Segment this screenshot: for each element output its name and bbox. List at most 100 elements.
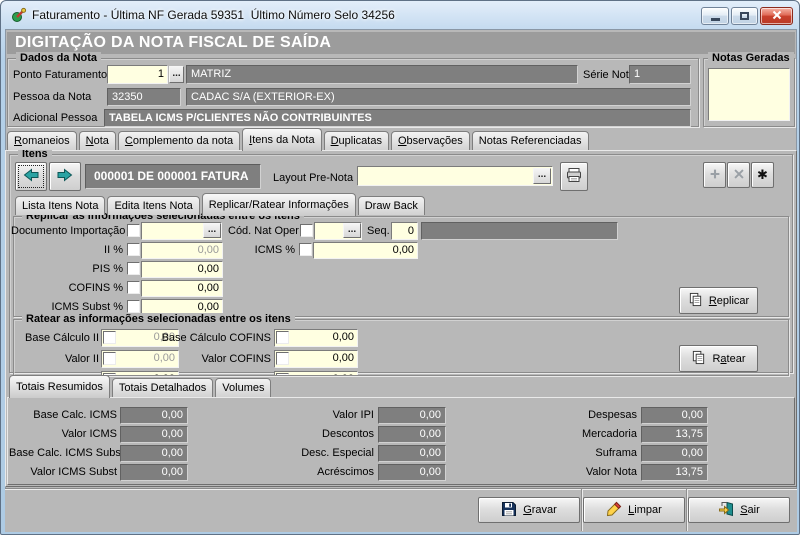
tab-lista-itens-nota[interactable]: Lista Itens Nota [15, 196, 105, 215]
tab-nota[interactable]: Nota [79, 131, 116, 150]
notas-geradas-list[interactable] [708, 68, 790, 121]
gear-icon: ✱ [757, 169, 768, 182]
ponto-faturamento-descricao: MATRIZ [186, 65, 578, 84]
cofins-pct-input[interactable]: 0,00 [141, 280, 223, 297]
plus-icon [708, 167, 722, 184]
tab-romaneios[interactable]: Romaneios [7, 131, 77, 150]
seq-label: Seq. [367, 225, 390, 238]
adicional-pessoa-label: Adicional Pessoa [13, 112, 97, 125]
ponto-faturamento-browse-button[interactable]: ... [169, 66, 184, 83]
ratear-group: Ratear as informações selecionadas entre… [13, 319, 789, 376]
tab-observacoes[interactable]: Observações [391, 131, 470, 150]
layout-pre-nota-label: Layout Pre-Nota [273, 172, 353, 185]
base-calculo-cofins-checkbox[interactable] [276, 331, 289, 344]
footer-separator [581, 489, 582, 531]
close-icon [732, 167, 746, 184]
valor-ii-label: Valor II [17, 353, 99, 366]
previous-item-button[interactable] [15, 162, 47, 191]
base-calculo-cofins-label: Base Cálculo COFINS [161, 332, 271, 345]
tab-totais-resumidos[interactable]: Totais Resumidos [9, 375, 110, 398]
ponto-faturamento-input[interactable]: 1 [107, 65, 168, 84]
tab-volumes[interactable]: Volumes [215, 378, 271, 397]
pis-pct-input[interactable]: 0,00 [141, 261, 223, 278]
ii-pct-checkbox[interactable] [127, 243, 140, 256]
valor-icms-subst-value: 0,00 [120, 464, 188, 481]
printer-icon [566, 167, 582, 186]
process-item-button[interactable]: ✱ [751, 162, 774, 188]
valor-icms-label: Valor ICMS [9, 428, 117, 441]
layout-pre-nota-input[interactable] [357, 166, 553, 186]
cod-nat-oper-checkbox[interactable] [300, 224, 313, 237]
desc-especial-label: Desc. Especial [269, 447, 374, 460]
pis-pct-label: PIS % [11, 263, 123, 276]
seq-input[interactable]: 0 [391, 222, 418, 240]
print-button[interactable] [560, 162, 588, 191]
app-window: Faturamento - Última NF Gerada 59351 Últ… [0, 0, 800, 535]
valor-icms-subst-label: Valor ICMS Subst [9, 466, 117, 479]
delete-item-button[interactable] [727, 162, 750, 188]
tab-itens-da-nota[interactable]: Itens da Nota [242, 128, 321, 151]
tab-edita-itens-nota[interactable]: Edita Itens Nota [107, 196, 199, 215]
desc-especial-value: 0,00 [378, 445, 446, 462]
tab-notas-referenciadas[interactable]: Notas Referenciadas [472, 131, 589, 150]
pessoa-da-nota-codigo: 32350 [107, 88, 181, 106]
suframa-value: 0,00 [641, 445, 708, 462]
serie-nota-label: Série Nota [583, 69, 635, 82]
valor-cofins-checkbox[interactable] [276, 352, 289, 365]
pessoa-da-nota-label: Pessoa da Nota [13, 91, 91, 104]
pis-pct-checkbox[interactable] [127, 262, 140, 275]
arrow-right-icon [57, 167, 73, 186]
window-title: Faturamento - Última NF Gerada 59351 Últ… [32, 8, 395, 22]
gravar-button[interactable]: Gravar [478, 497, 580, 523]
limpar-button[interactable]: Limpar [583, 497, 685, 523]
close-button[interactable] [760, 7, 793, 25]
valor-icms-value: 0,00 [120, 426, 188, 443]
valor-cofins-label: Valor COFINS [161, 353, 271, 366]
base-calculo-pis-checkbox[interactable] [276, 373, 289, 375]
icms-pct-checkbox[interactable] [299, 243, 312, 256]
cod-nat-oper-browse-button[interactable]: ... [343, 223, 361, 238]
valor-ii-checkbox[interactable] [103, 352, 116, 365]
tab-duplicatas[interactable]: Duplicatas [324, 131, 389, 150]
icms-subst-pct-checkbox[interactable] [127, 300, 140, 313]
replicar-button[interactable]: Replicar [679, 287, 758, 314]
tab-replicar-ratear[interactable]: Replicar/Ratear Informações [202, 193, 356, 216]
tab-complemento-da-nota[interactable]: Complemento da nota [118, 131, 240, 150]
layout-pre-nota-browse-button[interactable]: ... [533, 168, 551, 184]
exit-door-icon [718, 501, 734, 520]
cofins-pct-checkbox[interactable] [127, 281, 140, 294]
sair-button[interactable]: Sair [688, 497, 790, 523]
ratear-button-label: Ratear [712, 353, 745, 365]
floppy-icon [501, 501, 517, 520]
documento-importacao-browse-button[interactable]: ... [203, 223, 221, 238]
valor-cofins-field[interactable]: 0,00 [274, 350, 358, 368]
maximize-button[interactable] [731, 7, 758, 25]
item-tab-strip: Lista Itens Nota Edita Itens Nota Replic… [15, 193, 427, 215]
base-calculo-ii-checkbox[interactable] [103, 331, 116, 344]
title-bar[interactable]: Faturamento - Última NF Gerada 59351 Últ… [1, 1, 800, 29]
ratear-clip: Base Cálculo II 0,00 Base Cálculo COFINS… [14, 320, 788, 375]
close-icon [772, 10, 782, 23]
limpar-button-label: Limpar [628, 504, 662, 516]
suframa-label: Suframa [529, 447, 637, 460]
cod-nat-oper-label: Cód. Nat Oper [228, 225, 299, 238]
icms-pct-input[interactable]: 0,00 [313, 242, 418, 259]
tab-totais-detalhados[interactable]: Totais Detalhados [112, 378, 213, 397]
tab-draw-back[interactable]: Draw Back [358, 196, 425, 215]
totais-tab-strip: Totais Resumidos Totais Detalhados Volum… [9, 375, 273, 397]
next-item-button[interactable] [49, 162, 81, 191]
base-calculo-pis-field[interactable]: 0,00 [274, 371, 358, 375]
ratear-button[interactable]: Ratear [679, 345, 758, 372]
add-item-button[interactable] [703, 162, 726, 188]
base-calculo-ii-label: Base Cálculo II [17, 332, 99, 345]
pessoa-da-nota-descricao: CADAC S/A (EXTERIOR-EX) [186, 88, 691, 106]
dados-da-nota-legend: Dados da Nota [16, 52, 101, 65]
arrow-left-icon [23, 167, 39, 186]
base-calc-icms-label: Base Calc. ICMS [9, 409, 117, 422]
serie-nota-value: 1 [629, 65, 691, 84]
documento-importacao-label: Documento Importação [11, 225, 123, 238]
ii-pct-input[interactable]: 0,00 [141, 242, 223, 259]
minimize-button[interactable] [701, 7, 729, 25]
base-calculo-cofins-field[interactable]: 0,00 [274, 329, 358, 347]
documento-importacao-checkbox[interactable] [127, 224, 140, 237]
